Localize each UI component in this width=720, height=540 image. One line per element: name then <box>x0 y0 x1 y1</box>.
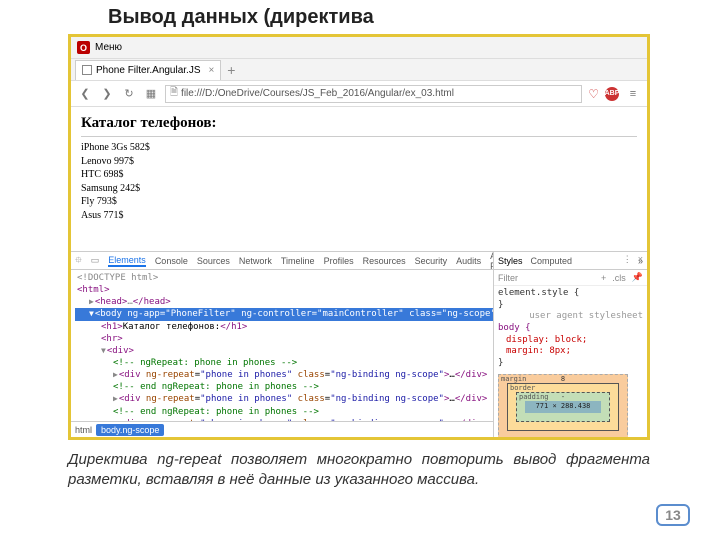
devtools-tab[interactable]: Security <box>415 256 448 266</box>
devtools-tab[interactable]: Profiles <box>324 256 354 266</box>
element-style-rule[interactable]: element.style { <box>498 288 643 300</box>
devtools-more-icon[interactable]: ⋮ <box>623 254 632 265</box>
cls-toggle[interactable]: .cls <box>612 273 626 283</box>
filter-input[interactable]: Filter <box>498 273 595 283</box>
tab-title: Phone Filter.Angular.JS <box>96 65 201 76</box>
file-scheme-icon: 🗎 <box>170 85 178 102</box>
reload-button[interactable]: ↻ <box>121 86 137 102</box>
back-button[interactable]: ❮ <box>77 86 93 102</box>
crumb-html[interactable]: html <box>75 425 92 435</box>
bookmark-icon[interactable]: ♡ <box>588 87 599 101</box>
url-bar: ❮ ❯ ↻ ▦ 🗎 file:///D:/OneDrive/Courses/JS… <box>71 81 647 107</box>
list-item: Lenovo 997$ <box>81 155 637 169</box>
dom-line[interactable]: <h1>Каталог телефонов:</h1> <box>75 321 493 333</box>
page-heading: Каталог телефонов: <box>81 115 637 132</box>
devtools-tab[interactable]: Console <box>155 256 188 266</box>
dom-line[interactable]: <!-- end ngRepeat: phone in phones --> <box>75 381 493 393</box>
device-icon[interactable]: ▭ <box>91 255 100 266</box>
devtools-close-icon[interactable]: × <box>638 254 643 265</box>
browser-window: O Меню Phone Filter.Angular.JS × + ❮ ❯ ↻… <box>68 34 650 440</box>
styles-body: element.style { } user agent stylesheet … <box>494 286 647 437</box>
slide-caption: Директива ng-repeat позволяет многократн… <box>68 450 650 489</box>
dom-line[interactable]: ▼<body ng-app="PhoneFilter" ng-controlle… <box>75 308 493 320</box>
dom-line[interactable]: ▶<div ng-repeat="phone in phones" class=… <box>75 369 493 381</box>
new-tab-button[interactable]: + <box>221 60 241 80</box>
devtools-tab[interactable]: Timeline <box>281 256 315 266</box>
pin-icon[interactable]: 📌 <box>632 272 643 283</box>
devtools-tab[interactable]: Resources <box>363 256 406 266</box>
adblock-icon[interactable]: ABP <box>605 87 619 101</box>
dom-tree[interactable]: <!DOCTYPE html><html>▶<head>…</head>▼<bo… <box>71 270 493 421</box>
menu-label[interactable]: Меню <box>95 42 122 53</box>
opera-logo-icon: O <box>77 41 90 54</box>
devtools-panel: ⯐ ▭ Elements Console Sources Network Timelin… <box>71 251 647 437</box>
styles-tab[interactable]: Computed <box>531 256 573 266</box>
list-item: Asus 771$ <box>81 209 637 223</box>
devtools-tab[interactable]: Sources <box>197 256 230 266</box>
dom-line[interactable]: <html> <box>75 284 493 296</box>
devtools-tab[interactable]: Network <box>239 256 272 266</box>
speed-dial-icon[interactable]: ▦ <box>143 86 159 102</box>
browser-tab[interactable]: Phone Filter.Angular.JS × <box>75 60 221 80</box>
divider <box>81 136 637 137</box>
dom-line[interactable]: <hr> <box>75 333 493 345</box>
dom-line[interactable]: <!-- end ngRepeat: phone in phones --> <box>75 406 493 418</box>
slide-title: Вывод данных (директива <box>108 6 374 29</box>
dom-line[interactable]: ▶<head>…</head> <box>75 296 493 308</box>
styles-panel: StylesComputed» Filter + .cls 📌 element.… <box>493 252 647 437</box>
list-item: Samsung 242$ <box>81 182 637 196</box>
inspect-icon[interactable]: ⯐ <box>75 253 82 269</box>
dom-line[interactable]: <!-- ngRepeat: phone in phones --> <box>75 357 493 369</box>
page-number: 13 <box>656 504 690 526</box>
list-item: HTC 698$ <box>81 168 637 182</box>
ua-stylesheet-label: user agent stylesheet <box>498 311 643 323</box>
devtools-tab[interactable]: Audits <box>456 256 481 266</box>
dom-line[interactable]: ▼<div> <box>75 345 493 357</box>
list-item: Fly 793$ <box>81 195 637 209</box>
page-icon <box>82 65 92 75</box>
breadcrumb: html body.ng-scope <box>71 421 493 437</box>
styles-tab[interactable]: Styles <box>498 256 523 266</box>
url-field[interactable]: 🗎 file:///D:/OneDrive/Courses/JS_Feb_201… <box>165 85 582 103</box>
list-item: iPhone 3Gs 582$ <box>81 141 637 155</box>
menu-icon[interactable]: ≡ <box>625 86 641 102</box>
close-tab-icon[interactable]: × <box>209 65 215 76</box>
devtools-tabs: ⯐ ▭ Elements Console Sources Network Timelin… <box>71 252 493 270</box>
page-content: Каталог телефонов: iPhone 3Gs 582$Lenovo… <box>71 107 647 230</box>
phone-list: iPhone 3Gs 582$Lenovo 997$HTC 698$Samsun… <box>81 141 637 222</box>
dom-line[interactable]: <!DOCTYPE html> <box>75 272 493 284</box>
dom-line[interactable]: ▶<div ng-repeat="phone in phones" class=… <box>75 393 493 405</box>
menu-bar: O Меню <box>71 37 647 59</box>
forward-button[interactable]: ❯ <box>99 86 115 102</box>
devtools-tab[interactable]: Elements <box>108 255 146 267</box>
keyword: ng-repeat <box>157 451 221 468</box>
box-model: margin8 border padding- 771 × 288.438 <box>498 374 628 437</box>
crumb-body[interactable]: body.ng-scope <box>96 424 164 436</box>
add-rule-icon[interactable]: + <box>601 273 606 283</box>
tab-bar: Phone Filter.Angular.JS × + <box>71 59 647 81</box>
